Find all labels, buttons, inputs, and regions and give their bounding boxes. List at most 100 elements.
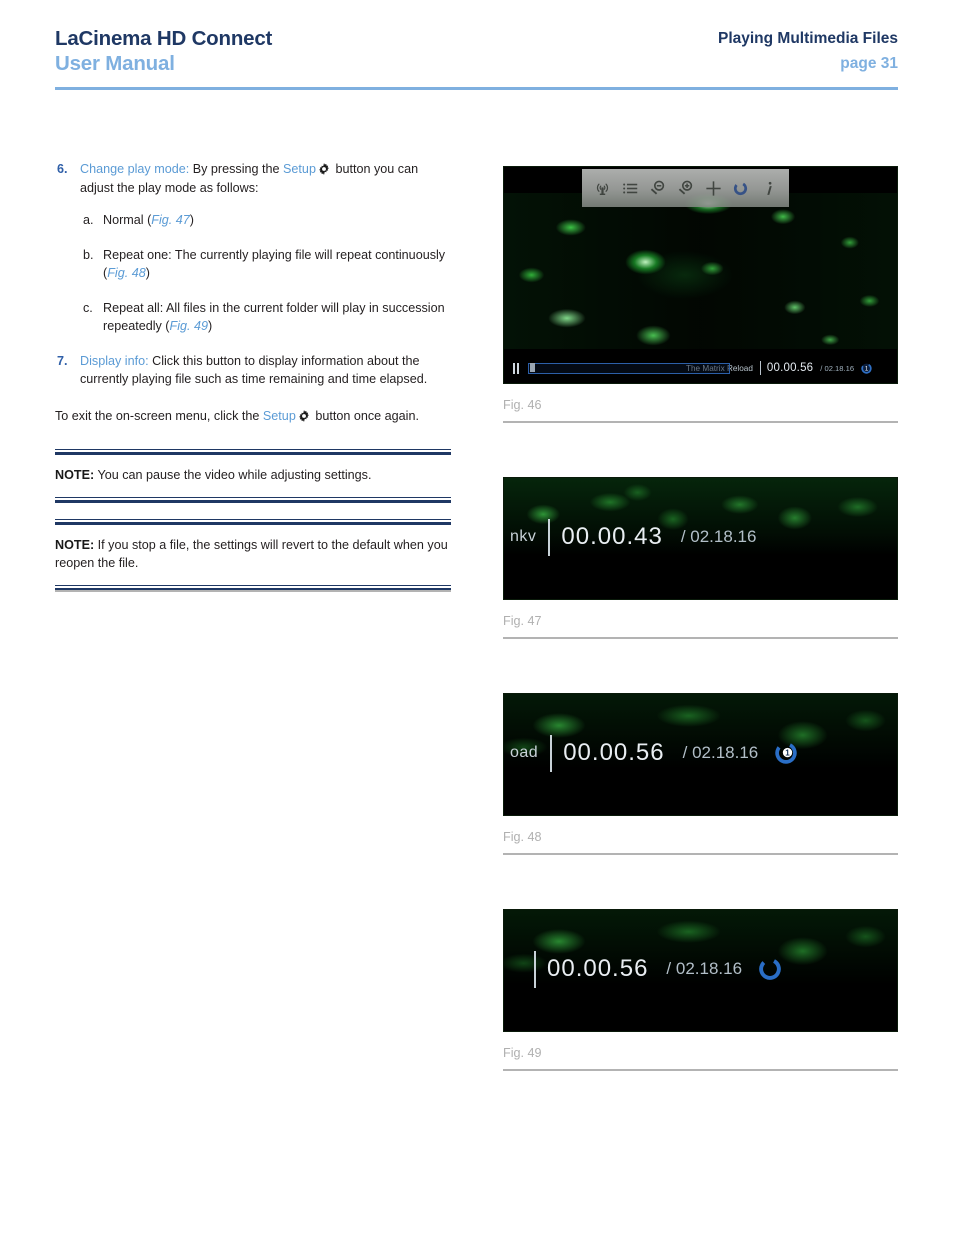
list-item-6: 6. Change play mode: By pressing the Setu… <box>55 160 451 197</box>
elapsed-time: 00.00.56 <box>547 955 649 982</box>
svg-text:1: 1 <box>786 749 791 758</box>
repeat-one-icon: 1 <box>860 362 873 375</box>
total-time: / 02.18.16 <box>682 743 759 762</box>
repeat-icon[interactable] <box>731 179 750 198</box>
note-content-2: If you stop a file, the settings will re… <box>55 537 448 571</box>
figure-47: nkv 00.00.43 / 02.18.16 Fig. 47 <box>503 477 898 639</box>
figure-reference-49[interactable]: Fig. 49 <box>170 319 209 333</box>
progress-bar[interactable] <box>528 362 730 374</box>
figure-spacer <box>503 639 898 693</box>
figure-48: oad 00.00.56 / 02.18.16 1 Fig. 48 <box>503 693 898 855</box>
section-end-divider <box>55 590 451 592</box>
osd-screenshot-repeat-all: 00.00.56 / 02.18.16 <box>503 909 898 1032</box>
exit-setup-word: Setup <box>262 408 296 423</box>
total-time: / 02.18.16 <box>666 959 743 978</box>
list-marker-6: 6. <box>57 162 68 176</box>
document-type: User Manual <box>55 52 175 75</box>
note-label-1: NOTE: <box>55 468 95 482</box>
item6-setup-word: Setup <box>283 162 316 176</box>
note-text-1: NOTE: You can pause the video while adju… <box>55 455 451 497</box>
item6c-text-end: ) <box>208 319 213 333</box>
repeat-one-icon: 1 <box>773 740 799 766</box>
section-title: Playing Multimedia Files <box>717 30 898 47</box>
figure-caption-48: Fig. 48 <box>503 830 542 844</box>
figure-reference-47[interactable]: Fig. 47 <box>151 213 190 227</box>
note-label-2: NOTE: <box>55 537 95 552</box>
list-icon[interactable] <box>621 179 640 198</box>
figure-divider-47 <box>503 637 898 639</box>
player-status-bar: The Matrix Reload 00.00.56 / 02.18.16 1 <box>504 357 897 379</box>
figure-spacer <box>503 423 898 477</box>
total-time: / 02.18.16 <box>680 527 757 546</box>
list-marker-6a: a. <box>83 213 94 227</box>
figure-49: 00.00.56 / 02.18.16 Fig. 49 <box>503 909 898 1071</box>
item6b-text-end: ) <box>145 266 150 280</box>
product-title: LaCinema HD Connect <box>55 27 273 50</box>
figure-spacer <box>503 855 898 909</box>
pause-icon[interactable] <box>513 362 520 374</box>
header-left-block: LaCinema HD Connect User Manual <box>55 26 272 76</box>
item6a-text-end: ) <box>189 213 194 227</box>
osd-info-row: oad 00.00.56 / 02.18.16 1 <box>504 734 897 772</box>
figure-caption-49: Fig. 49 <box>503 1046 542 1060</box>
status-separator <box>550 734 553 772</box>
page-header: LaCinema HD Connect User Manual Playing … <box>55 26 898 88</box>
onscreen-menu-toolbar[interactable] <box>582 169 789 207</box>
info-icon[interactable] <box>759 179 778 198</box>
header-right-block: Playing Multimedia Files page 31 <box>718 26 898 77</box>
status-separator <box>534 950 536 988</box>
figure-divider-48 <box>503 853 898 855</box>
progress-handle[interactable] <box>530 362 535 372</box>
repeat-all-icon <box>757 956 783 982</box>
note-text-2: NOTE: If you stop a file, the settings w… <box>55 525 451 585</box>
exit-text-after: button once again. <box>311 408 419 423</box>
player-screenshot-full: The Matrix Reload 00.00.56 / 02.18.16 1 <box>503 166 898 384</box>
broadcast-icon[interactable] <box>593 179 612 198</box>
status-separator <box>548 518 551 556</box>
note-block-2: NOTE: If you stop a file, the settings w… <box>55 518 451 591</box>
item6-text-before: By pressing the <box>189 162 284 176</box>
item6-lead: Change play mode: <box>80 162 190 176</box>
page-number: page 31 <box>840 55 898 72</box>
note-divider-bottom-thick <box>55 499 451 503</box>
list-marker-6c: c. <box>83 300 93 315</box>
exit-menu-paragraph: To exit the on-screen menu, click the Se… <box>55 407 451 426</box>
gear-icon <box>317 162 331 176</box>
item6a-text: Normal ( <box>103 213 152 227</box>
note-content-1: You can pause the video while adjusting … <box>94 468 372 482</box>
figure-caption-47: Fig. 47 <box>503 614 542 628</box>
osd-screenshot-normal: nkv 00.00.43 / 02.18.16 <box>503 477 898 600</box>
zoom-in-icon[interactable] <box>676 179 695 198</box>
note-block-1: NOTE: You can pause the video while adju… <box>55 449 451 503</box>
item6c-text: Repeat all: All files in the current fol… <box>103 300 445 334</box>
header-divider <box>55 87 898 90</box>
list-marker-7: 7. <box>57 353 68 368</box>
osd-screenshot-repeat-one: oad 00.00.56 / 02.18.16 1 <box>503 693 898 816</box>
osd-info-row: 00.00.56 / 02.18.16 <box>504 950 897 988</box>
elapsed-time: 00.00.43 <box>561 523 663 550</box>
list-item-6b: b. Repeat one: The currently playing file… <box>55 246 451 283</box>
gear-icon <box>297 409 311 423</box>
list-item-6c: c. Repeat all: All files in the current f… <box>55 299 451 336</box>
elapsed-time: 00.00.56 <box>766 362 814 374</box>
list-item-7: 7. Display info: Click this button to dis… <box>55 352 451 389</box>
list-marker-6b: b. <box>83 247 94 262</box>
item7-lead: Display info: <box>80 353 149 368</box>
figure-divider-46 <box>503 421 898 423</box>
status-separator <box>759 361 761 375</box>
exit-text-before: To exit the on-screen menu, click the <box>55 408 263 423</box>
list-item-6a: a. Normal (Fig. 47) <box>55 211 451 230</box>
sub-list-6: a. Normal (Fig. 47) b. Repeat one: The cur… <box>55 211 451 336</box>
figure-caption-46: Fig. 46 <box>503 398 542 412</box>
zoom-out-icon[interactable] <box>648 179 667 198</box>
total-time: / 02.18.16 <box>820 363 855 373</box>
figures-column: The Matrix Reload 00.00.56 / 02.18.16 1 … <box>503 166 898 1071</box>
osd-info-row: nkv 00.00.43 / 02.18.16 <box>504 518 897 556</box>
figure-46: The Matrix Reload 00.00.56 / 02.18.16 1 … <box>503 166 898 423</box>
content-column: 6. Change play mode: By pressing the Setu… <box>55 160 451 591</box>
item6b-text: Repeat one: The currently playing file w… <box>103 247 446 281</box>
figure-divider-49 <box>503 1069 898 1071</box>
figure-reference-48[interactable]: Fig. 48 <box>107 266 146 280</box>
file-name-fragment: nkv <box>510 528 537 545</box>
crosshair-icon[interactable] <box>704 179 723 198</box>
